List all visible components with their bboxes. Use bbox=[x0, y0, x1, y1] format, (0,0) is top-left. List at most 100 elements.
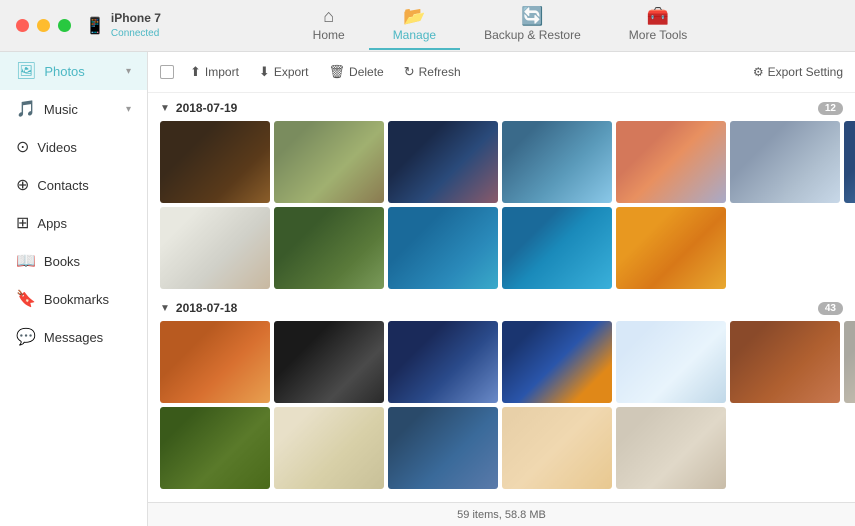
minimize-button[interactable] bbox=[37, 19, 50, 32]
tab-backup[interactable]: 🔄 Backup & Restore bbox=[460, 1, 605, 50]
collapse-arrow-2[interactable]: ▼ bbox=[160, 303, 170, 314]
photo-row-2-2 bbox=[160, 407, 843, 489]
photo-cell[interactable] bbox=[274, 407, 384, 489]
photo-cell[interactable] bbox=[844, 321, 855, 403]
sidebar-contacts-label: Contacts bbox=[37, 178, 88, 193]
nav-tabs: ⌂ Home 📂 Manage 🔄 Backup & Restore 🧰 Mor… bbox=[161, 1, 839, 50]
photo-row-1-2 bbox=[160, 207, 843, 289]
date-badge-2: 43 bbox=[818, 302, 843, 315]
date-label-2: 2018-07-18 bbox=[176, 301, 237, 315]
photos-icon: 🖼 bbox=[16, 61, 36, 81]
sidebar-item-apps[interactable]: ⊞ Apps bbox=[0, 204, 147, 242]
photo-cell[interactable] bbox=[274, 321, 384, 403]
sidebar-messages-label: Messages bbox=[44, 330, 103, 345]
home-icon: ⌂ bbox=[323, 7, 334, 25]
sidebar-bookmarks-label: Bookmarks bbox=[44, 292, 109, 307]
refresh-button[interactable]: ↻ Refresh bbox=[396, 60, 469, 84]
photo-cell[interactable] bbox=[388, 321, 498, 403]
photo-cell[interactable] bbox=[844, 121, 855, 203]
photo-cell[interactable] bbox=[274, 121, 384, 203]
date-section-1: ▼ 2018-07-19 12 bbox=[160, 101, 843, 289]
date-badge-1: 12 bbox=[818, 102, 843, 115]
photo-row-1-1 bbox=[160, 121, 843, 203]
photo-cell[interactable] bbox=[730, 121, 840, 203]
tab-tools[interactable]: 🧰 More Tools bbox=[605, 1, 711, 50]
books-icon: 📖 bbox=[16, 251, 36, 271]
sidebar-music-label: Music bbox=[44, 102, 78, 117]
photo-cell[interactable] bbox=[160, 321, 270, 403]
photo-cell[interactable] bbox=[616, 121, 726, 203]
import-button[interactable]: ⬆ Import bbox=[182, 60, 247, 84]
tools-icon: 🧰 bbox=[647, 7, 669, 25]
photo-cell[interactable] bbox=[502, 321, 612, 403]
date-header-2: ▼ 2018-07-18 43 bbox=[160, 301, 843, 315]
close-button[interactable] bbox=[16, 19, 29, 32]
sidebar: 🖼 Photos ▾ 🎵 Music ▾ ⊙ Videos ⊕ Contacts… bbox=[0, 52, 148, 526]
date-section-2: ▼ 2018-07-18 43 bbox=[160, 301, 843, 489]
collapse-arrow-1[interactable]: ▼ bbox=[160, 103, 170, 114]
photo-cell[interactable] bbox=[730, 321, 840, 403]
window-controls bbox=[16, 19, 71, 32]
select-all-checkbox[interactable] bbox=[160, 65, 174, 79]
contacts-icon: ⊕ bbox=[16, 175, 29, 195]
sidebar-item-photos[interactable]: 🖼 Photos ▾ bbox=[0, 52, 147, 90]
content-area: ⬆ Import ⬇ Export 🗑 Delete ↻ Refresh ⚙ E… bbox=[148, 52, 855, 526]
export-icon: ⬇ bbox=[259, 64, 270, 80]
titlebar: 📱 iPhone 7 Connected ⌂ Home 📂 Manage 🔄 B… bbox=[0, 0, 855, 52]
tab-tools-label: More Tools bbox=[629, 28, 687, 42]
sidebar-item-messages[interactable]: 💬 Messages bbox=[0, 318, 147, 356]
photo-cell[interactable] bbox=[616, 207, 726, 289]
status-bar: 59 items, 58.8 MB bbox=[148, 502, 855, 526]
sidebar-books-label: Books bbox=[44, 254, 80, 269]
photo-cell[interactable] bbox=[502, 407, 612, 489]
sidebar-apps-label: Apps bbox=[37, 216, 67, 231]
maximize-button[interactable] bbox=[58, 19, 71, 32]
toolbar: ⬆ Import ⬇ Export 🗑 Delete ↻ Refresh ⚙ E… bbox=[148, 52, 855, 93]
delete-icon: 🗑 bbox=[329, 64, 346, 80]
export-button[interactable]: ⬇ Export bbox=[251, 60, 317, 84]
status-text: 59 items, 58.8 MB bbox=[457, 509, 546, 521]
photos-arrow: ▾ bbox=[126, 66, 131, 77]
sidebar-item-bookmarks[interactable]: 🔖 Bookmarks bbox=[0, 280, 147, 318]
photo-cell[interactable] bbox=[160, 407, 270, 489]
import-icon: ⬆ bbox=[190, 64, 201, 80]
photo-cell[interactable] bbox=[502, 121, 612, 203]
refresh-icon: ↻ bbox=[404, 64, 415, 80]
photo-cell[interactable] bbox=[160, 121, 270, 203]
photo-cell[interactable] bbox=[388, 207, 498, 289]
messages-icon: 💬 bbox=[16, 327, 36, 347]
export-setting-label: Export Setting bbox=[768, 65, 843, 79]
sidebar-item-videos[interactable]: ⊙ Videos bbox=[0, 128, 147, 166]
music-arrow: ▾ bbox=[126, 104, 131, 115]
export-setting-button[interactable]: ⚙ Export Setting bbox=[753, 65, 843, 79]
photo-cell[interactable] bbox=[388, 121, 498, 203]
backup-icon: 🔄 bbox=[521, 7, 543, 25]
sidebar-photos-label: Photos bbox=[44, 64, 84, 79]
sidebar-item-music[interactable]: 🎵 Music ▾ bbox=[0, 90, 147, 128]
manage-icon: 📂 bbox=[403, 7, 425, 25]
device-status: Connected bbox=[111, 27, 161, 40]
photo-area[interactable]: ▼ 2018-07-19 12 bbox=[148, 93, 855, 502]
sidebar-videos-label: Videos bbox=[37, 140, 77, 155]
device-name: iPhone 7 bbox=[111, 11, 161, 27]
photo-row-2-1 bbox=[160, 321, 843, 403]
delete-label: Delete bbox=[349, 65, 384, 79]
photo-cell[interactable] bbox=[160, 207, 270, 289]
import-label: Import bbox=[205, 65, 239, 79]
photo-cell[interactable] bbox=[388, 407, 498, 489]
tab-manage[interactable]: 📂 Manage bbox=[369, 1, 460, 50]
tab-home[interactable]: ⌂ Home bbox=[289, 1, 369, 50]
refresh-label: Refresh bbox=[419, 65, 461, 79]
tab-home-label: Home bbox=[313, 28, 345, 42]
device-icon: 📱 bbox=[85, 16, 105, 36]
photo-cell[interactable] bbox=[616, 407, 726, 489]
photo-cell[interactable] bbox=[616, 321, 726, 403]
delete-button[interactable]: 🗑 Delete bbox=[321, 60, 392, 84]
sidebar-item-books[interactable]: 📖 Books bbox=[0, 242, 147, 280]
videos-icon: ⊙ bbox=[16, 137, 29, 157]
tab-backup-label: Backup & Restore bbox=[484, 28, 581, 42]
main-layout: 🖼 Photos ▾ 🎵 Music ▾ ⊙ Videos ⊕ Contacts… bbox=[0, 52, 855, 526]
photo-cell[interactable] bbox=[274, 207, 384, 289]
photo-cell[interactable] bbox=[502, 207, 612, 289]
sidebar-item-contacts[interactable]: ⊕ Contacts bbox=[0, 166, 147, 204]
